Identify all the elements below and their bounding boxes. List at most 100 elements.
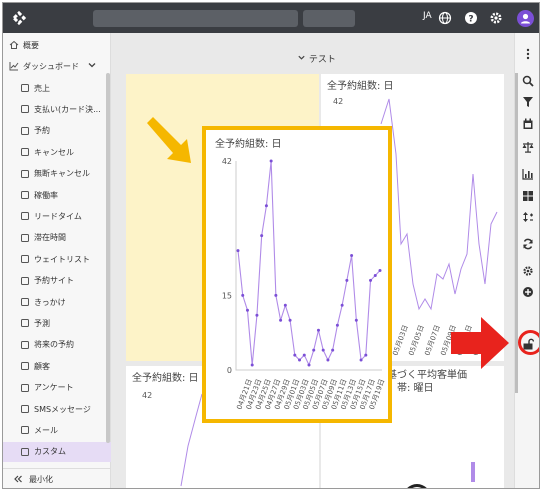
sidebar-item-11[interactable]: きっかけ: [3, 292, 111, 312]
series-line: [380, 98, 498, 311]
sidebar-item-13[interactable]: 将来の予約: [3, 335, 111, 355]
clock-icon: [20, 233, 30, 243]
data-point: [335, 323, 339, 327]
data-point: [245, 308, 249, 312]
sidebar-item-label: SMSメッセージ: [34, 404, 91, 414]
chart-title-line2: 帯: 曜日: [397, 383, 434, 394]
refresh-icon[interactable]: [522, 238, 534, 250]
y-tick-label: 42: [222, 157, 232, 166]
app-logo-icon[interactable]: [11, 10, 27, 26]
y-axis-max-label: 42: [142, 391, 152, 400]
sidebar-item-4[interactable]: キャンセル: [3, 142, 111, 162]
sidebar-item-label: 将来の予約: [34, 340, 74, 350]
data-point: [250, 363, 254, 367]
sidebar-item-14[interactable]: 顧客: [3, 356, 111, 376]
x-tick-label: 05月03日: [391, 324, 409, 357]
sidebar-item-10[interactable]: 予約サイト: [3, 271, 111, 291]
user-icon: [521, 13, 530, 24]
data-point: [354, 318, 358, 322]
store-selector[interactable]: [303, 10, 355, 27]
series-line: [237, 160, 381, 367]
sidebar-scrollbar[interactable]: [106, 73, 110, 443]
sidebar-item-label: 概要: [23, 40, 39, 50]
doc-icon: [20, 383, 30, 393]
gear-icon[interactable]: [522, 265, 534, 277]
bar-chart-icon[interactable]: [522, 168, 534, 180]
filter-icon[interactable]: [522, 96, 534, 108]
help-icon[interactable]: ?: [464, 11, 478, 25]
globe-icon[interactable]: [438, 11, 452, 25]
data-point: [264, 204, 268, 208]
data-point: [269, 159, 273, 163]
sidebar-item-17[interactable]: メール: [3, 420, 111, 440]
calendar-icon: [20, 340, 30, 350]
sidebar-item-overview[interactable]: 概要: [3, 35, 111, 55]
sidebar-item-dashboard[interactable]: ダッシュボード: [3, 56, 111, 76]
data-point: [241, 293, 245, 297]
chart-line-icon: [9, 61, 19, 71]
sidebar-item-3[interactable]: 予約: [3, 121, 111, 141]
sidebar-item-5[interactable]: 無断キャンセル: [3, 164, 111, 184]
sidebar-item-6[interactable]: 稼働率: [3, 185, 111, 205]
sidebar-item-18[interactable]: カスタム: [3, 441, 111, 462]
y-tick-label: 0: [227, 366, 232, 375]
calendar-alt-icon: [20, 211, 30, 221]
more-vertical-icon[interactable]: [522, 48, 534, 60]
sidebar-item-12[interactable]: 予測: [3, 313, 111, 333]
y-axis-max-label: 42: [333, 97, 343, 106]
monitor-icon: [20, 276, 30, 286]
data-point: [298, 358, 302, 362]
language-label[interactable]: JA: [423, 11, 432, 21]
data-point: [321, 348, 325, 352]
highlighted-chart-card[interactable]: 全予約組数: 日 0 15 42 04月21日 04月23日 04月25日 04月27日 04…: [202, 126, 392, 423]
data-point: [359, 358, 363, 362]
right-toolbar: [514, 33, 539, 488]
search-icon[interactable]: [522, 75, 534, 87]
chart-title: 全予約組数: 日: [215, 139, 282, 150]
avatar[interactable]: [517, 10, 534, 27]
sidebar-item-8[interactable]: 滞在時間: [3, 228, 111, 248]
sidebar-item-label: メール: [34, 425, 58, 435]
double-chevron-left-icon: [13, 474, 23, 486]
sidebar-item-2[interactable]: 支払い(カード決...: [3, 99, 111, 119]
sidebar-minimize-button[interactable]: 最小化: [3, 468, 111, 488]
x-tick-label: 05月05日: [407, 324, 425, 357]
chevron-down-icon: [87, 60, 97, 72]
sidebar-minimize-label: 最小化: [29, 475, 53, 484]
x-tick-label: 05月07日: [423, 324, 441, 357]
home-icon: [9, 40, 19, 50]
chat-icon: [20, 404, 30, 414]
highlight-circle: [518, 330, 539, 355]
chevron-down-icon: [297, 55, 309, 65]
sidebar-item-label: カスタム: [34, 447, 66, 457]
loading-indicator: [403, 484, 431, 488]
sidebar-item-15[interactable]: アンケート: [3, 378, 111, 398]
sidebar-item-label: キャンセル: [34, 147, 74, 157]
section-header[interactable]: テスト: [297, 52, 336, 65]
search-bar[interactable]: [93, 10, 298, 27]
data-point: [302, 353, 306, 357]
calendar-icon[interactable]: [522, 118, 534, 130]
card-icon: [20, 104, 30, 114]
yellow-arrow-icon: [147, 117, 191, 163]
data-point: [331, 348, 335, 352]
sidebar-item-label: 予約サイト: [34, 276, 74, 286]
red-arrow-icon: [451, 317, 509, 369]
data-point: [326, 358, 330, 362]
sidebar-item-label: 売上: [34, 83, 50, 93]
sidebar-item-label: きっかけ: [34, 297, 66, 307]
user-icon: [20, 361, 30, 371]
series-line: [180, 393, 203, 487]
gear-icon[interactable]: [489, 11, 503, 25]
sidebar-item-9[interactable]: ウェイトリスト: [3, 249, 111, 269]
sidebar-item-label: ウェイトリスト: [34, 254, 90, 264]
sidebar-item-16[interactable]: SMSメッセージ: [3, 399, 111, 419]
section-title: テスト: [308, 55, 336, 65]
balance-scale-icon[interactable]: [522, 141, 534, 153]
clock-icon: [20, 190, 30, 200]
grid-icon[interactable]: [522, 190, 534, 202]
sort-height-icon[interactable]: [522, 211, 534, 223]
add-circle-icon[interactable]: [522, 286, 534, 298]
sidebar-item-7[interactable]: リードタイム: [3, 206, 111, 226]
sidebar-item-1[interactable]: 売上: [3, 78, 111, 98]
